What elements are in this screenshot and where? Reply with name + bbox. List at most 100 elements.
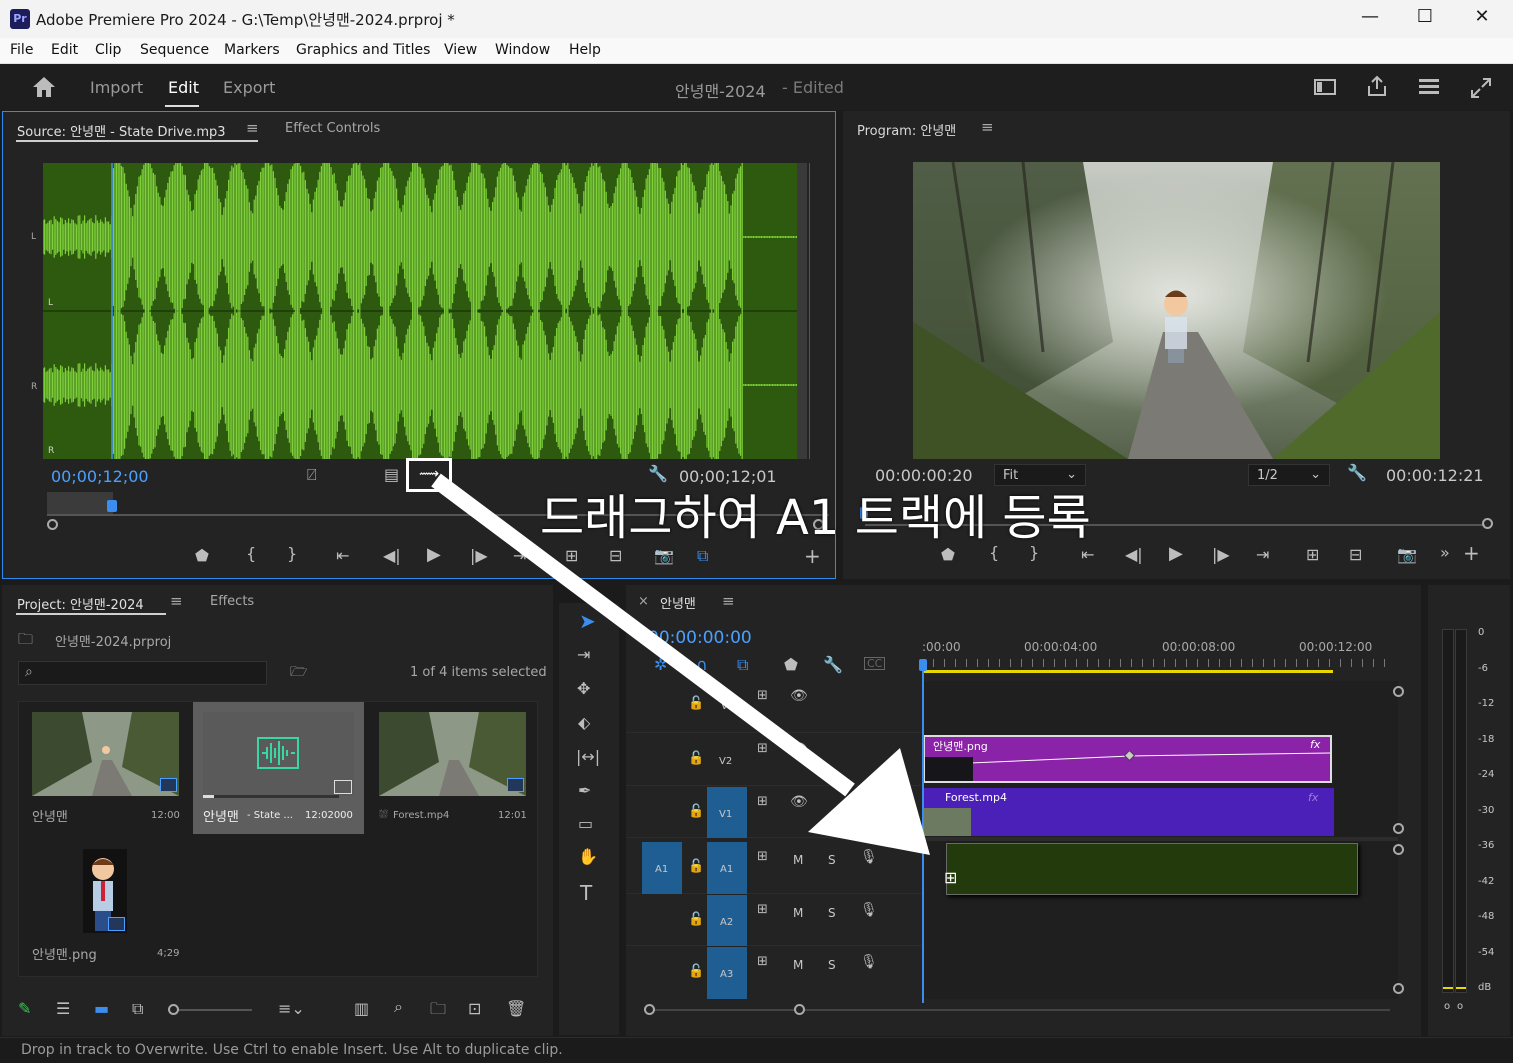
find-icon[interactable]: ⌕ [394,999,403,1015]
safe-margins-icon[interactable]: ⍁ [307,467,317,483]
sync-lock-icon[interactable]: ⊞ [757,903,768,916]
menu-edit[interactable]: Edit [51,42,78,58]
step-forward-icon[interactable]: |▶ [1212,547,1230,563]
tab-edit[interactable]: Edit [168,78,199,97]
snap-icon[interactable]: ∩ [696,657,708,673]
lock-icon[interactable]: 🔓 [688,965,704,978]
drag-audio-only-button[interactable]: ⟿ [406,458,452,492]
menu-help[interactable]: Help [569,42,601,58]
share-icon[interactable] [1366,75,1388,97]
extract-icon[interactable]: ⊟ [1349,547,1362,563]
opacity-keyframe-line[interactable] [925,751,1330,771]
selection-tool-icon[interactable]: ➤ [579,611,596,631]
lift-icon[interactable]: ⊞ [1306,547,1319,563]
captions-icon[interactable]: CC [864,657,886,670]
horizontal-scroll-handle[interactable] [794,1004,805,1015]
sync-lock-icon[interactable]: ⊞ [757,742,768,755]
vertical-scroll-handle[interactable] [1393,686,1404,697]
new-bin-icon[interactable]: 🗀 [430,1001,446,1017]
project-panel-menu-icon[interactable]: ≡ [170,592,183,610]
tab-import[interactable]: Import [90,78,143,97]
progress-icon[interactable] [1418,77,1440,97]
tab-project[interactable]: Project: 안녕맨-2024 [17,594,144,613]
menu-window[interactable]: Window [495,42,550,58]
pencil-icon[interactable]: ✎ [18,1001,31,1017]
project-item-sequence[interactable]: 안녕맨 12:00 [19,702,191,834]
overwrite-icon[interactable]: ⊟ [609,548,622,564]
time-ruler[interactable]: :00:00 00:00:04:00 00:00:08:00 00:00:12:… [922,633,1398,673]
nest-sequence-icon[interactable]: ✲ [654,657,667,673]
solo-button[interactable]: S [828,958,836,972]
program-range-end-handle[interactable] [1482,518,1493,529]
source-zoom-bar[interactable] [47,492,113,516]
sync-lock-icon[interactable]: ⊞ [757,850,768,863]
step-forward-icon[interactable]: |▶ [470,548,488,564]
lock-icon[interactable]: 🔓 [688,752,704,765]
fullscreen-icon[interactable] [1470,77,1492,99]
trash-icon[interactable]: 🗑 [506,1001,526,1017]
tab-source[interactable]: Source: 안녕맨 - State Drive.mp3 [17,121,226,140]
close-button[interactable]: ✕ [1467,6,1497,27]
add-marker-icon[interactable]: ⬟ [784,657,798,673]
menu-view[interactable]: View [444,42,477,58]
menu-sequence[interactable]: Sequence [140,42,209,58]
program-video-frame[interactable] [913,162,1440,459]
slip-tool-icon[interactable]: |↔| [576,749,600,765]
waveform-scrollbar[interactable] [797,163,807,459]
add-marker-icon[interactable]: ⬟ [941,547,955,563]
step-back-icon[interactable]: ◀| [383,548,401,564]
tab-effect-controls[interactable]: Effect Controls [285,121,380,136]
new-search-bin-icon[interactable]: 🗁 [290,665,307,679]
menu-markers[interactable]: Markers [224,42,280,58]
sort-icon[interactable]: ≡⌄ [278,1001,305,1017]
source-timecode-in[interactable]: 00;00;12;00 [51,467,149,486]
vertical-scroll-handle[interactable] [1393,983,1404,994]
program-panel-menu-icon[interactable]: ≡ [981,118,994,136]
icon-view-icon[interactable]: ▬ [94,1001,109,1017]
project-item-audio-selected[interactable]: 안녕맨 - State ... 12:02000 [193,702,364,834]
menu-graphics-and-titles[interactable]: Graphics and Titles [296,42,430,58]
menu-clip[interactable]: Clip [95,42,121,58]
type-tool-icon[interactable]: T [580,883,592,903]
go-to-in-icon[interactable]: ⇤ [1081,547,1094,563]
rectangle-tool-icon[interactable]: ▭ [578,816,593,832]
timeline-close-icon[interactable]: × [638,594,649,609]
meter-solo-right[interactable]: o [1457,1001,1463,1012]
timeline-settings-wrench-icon[interactable]: 🔧 [823,657,843,673]
automate-to-sequence-icon[interactable]: ▥ [354,1001,369,1017]
solo-button[interactable]: S [828,906,836,920]
vertical-scroll-handle[interactable] [1393,844,1404,855]
program-add-button-icon[interactable]: + [1463,543,1480,563]
eye-icon[interactable]: 👁 [790,742,808,756]
project-item-forest-clip[interactable]: ⛆ Forest.mp4 12:01 [366,702,538,834]
sync-lock-icon[interactable]: ⊞ [757,795,768,808]
sync-lock-icon[interactable]: ⊞ [757,955,768,968]
go-to-out-icon[interactable]: ⇥ [513,548,526,564]
program-settings-wrench-icon[interactable]: 🔧 [1347,465,1367,481]
horizontal-scrollbar[interactable] [644,1009,1390,1011]
eye-icon[interactable]: 👁 [790,795,808,809]
play-icon[interactable]: ▶ [1169,545,1183,563]
lock-icon[interactable]: 🔓 [688,913,704,926]
source-panel-menu-icon[interactable]: ≡ [246,119,259,137]
source-range-start-handle[interactable] [47,519,58,530]
hand-tool-icon[interactable]: ✋ [578,849,598,865]
source-button-editor-icon[interactable]: ⧉ [697,548,708,564]
tab-program[interactable]: Program: 안녕맨 [857,120,956,139]
freeform-view-icon[interactable]: ⧉ [132,1001,143,1017]
zoom-slider[interactable] [168,1004,252,1015]
lock-icon[interactable]: 🔓 [688,860,704,873]
razor-tool-icon[interactable]: ⬖ [578,715,590,731]
minimize-button[interactable]: — [1355,6,1385,27]
timeline-panel-menu-icon[interactable]: ≡ [722,592,735,610]
tab-effects[interactable]: Effects [210,594,254,609]
insert-icon[interactable]: ⊞ [565,548,578,564]
source-playhead[interactable] [107,500,117,512]
source-add-button-icon[interactable]: + [804,546,821,566]
mute-button[interactable]: M [793,958,803,972]
timeline-timecode[interactable]: 00:00:00:00 [648,628,752,648]
microphone-icon[interactable]: 🎙 [860,903,878,917]
maximize-button[interactable]: ☐ [1410,6,1440,27]
drag-video-only-icon[interactable]: ▤ [384,467,399,483]
solo-button[interactable]: S [828,853,836,867]
